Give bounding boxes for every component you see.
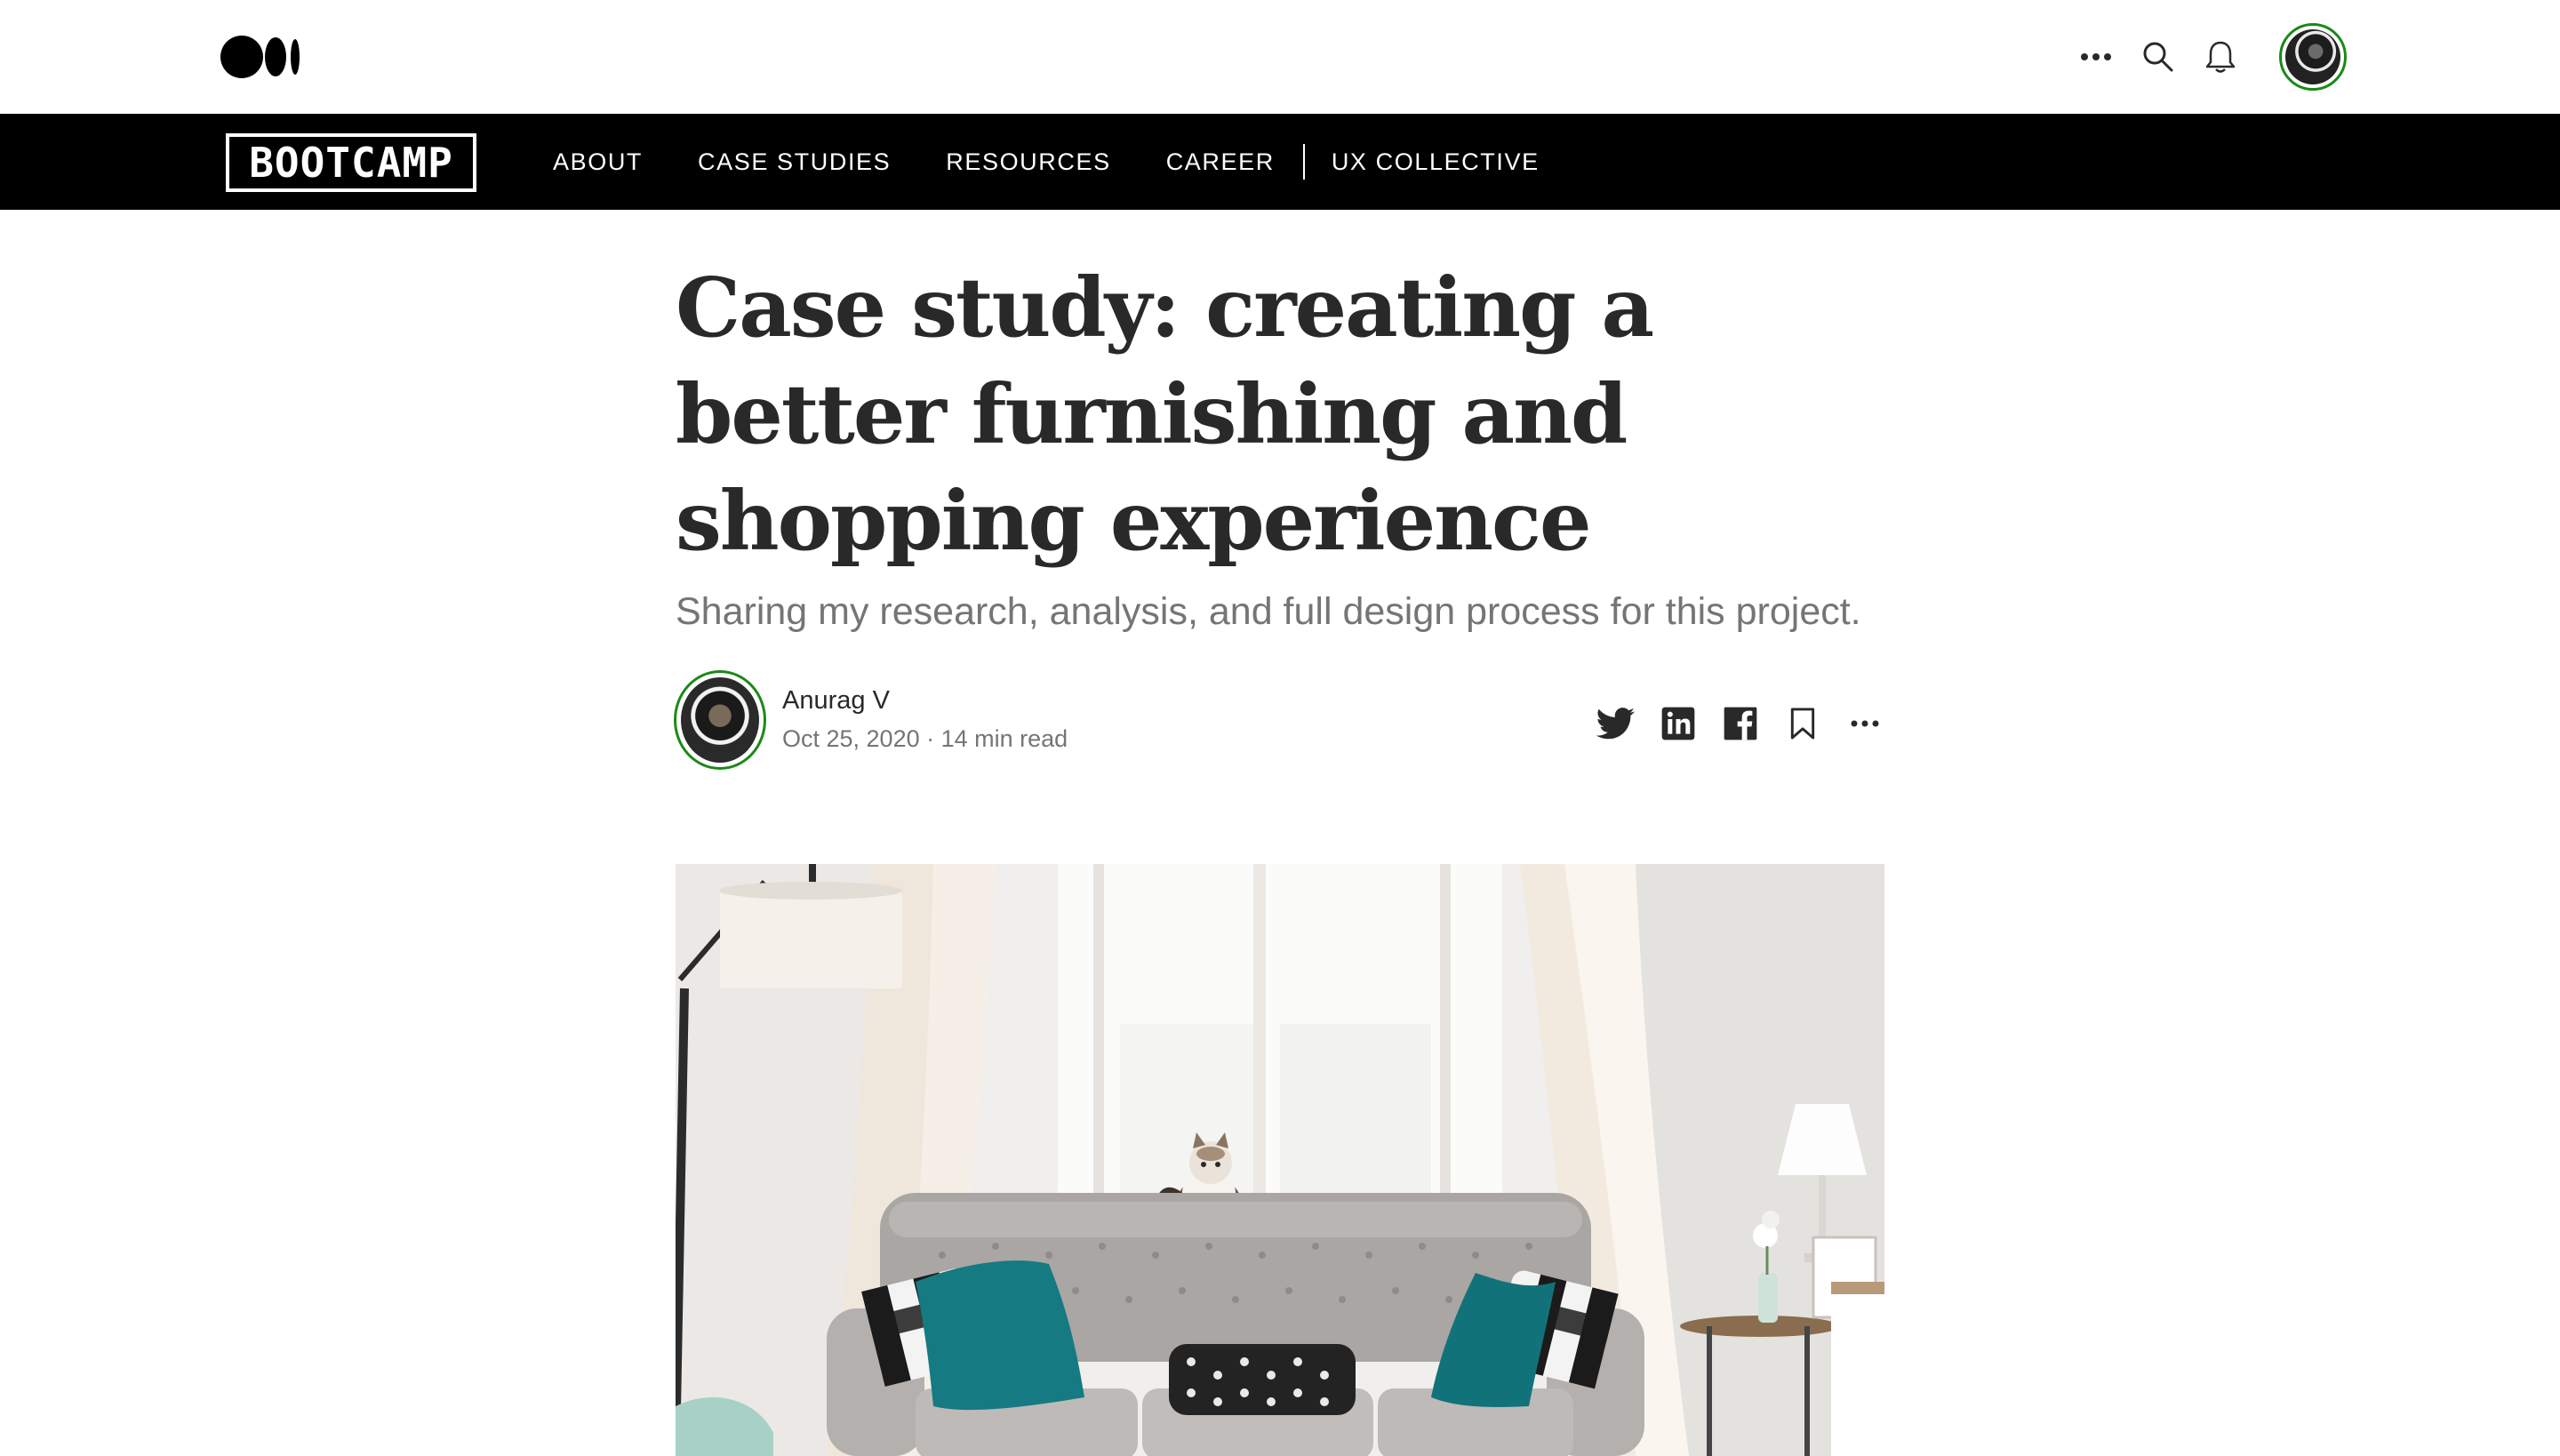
article-subtitle: Sharing my research, analysis, and full … (676, 590, 1861, 633)
share-actions (1577, 700, 1888, 747)
nav-items: ABOUT CASE STUDIES RESOURCES CAREER UX C… (553, 114, 1595, 210)
nav-item-resources[interactable]: RESOURCES (946, 148, 1110, 176)
author-avatar[interactable] (674, 670, 766, 770)
bookmark-icon[interactable] (1780, 700, 1826, 747)
hero-image (676, 864, 1884, 1456)
twitter-icon[interactable] (1593, 700, 1639, 747)
more-icon[interactable] (2073, 34, 2119, 80)
author-row: Anurag V Oct 25, 2020 · 14 min read (674, 670, 1888, 772)
living-room-illustration (676, 864, 1884, 1456)
medium-logo-icon[interactable] (220, 36, 300, 78)
more-options-icon[interactable] (1842, 700, 1888, 747)
user-avatar[interactable] (2279, 23, 2347, 91)
bootcamp-logo[interactable]: BOOTCAMP (226, 133, 476, 192)
author-name[interactable]: Anurag V (782, 686, 890, 716)
article-title: Case study: creating a better furnishing… (676, 260, 1654, 569)
bell-icon[interactable] (2197, 34, 2244, 80)
publication-nav: BOOTCAMP ABOUT CASE STUDIES RESOURCES CA… (0, 114, 2560, 210)
nav-item-ux-collective[interactable]: UX COLLECTIVE (1332, 148, 1540, 176)
top-icons (2057, 23, 2347, 91)
nav-item-about[interactable]: ABOUT (553, 148, 643, 176)
author-avatar-image (681, 677, 759, 763)
user-avatar-image (2285, 29, 2340, 84)
facebook-icon[interactable] (1717, 700, 1764, 747)
brand-label: BOOTCAMP (249, 139, 453, 187)
nav-item-career[interactable]: CAREER (1166, 148, 1275, 176)
post-meta: Oct 25, 2020 · 14 min read (782, 725, 1068, 752)
nav-item-case-studies[interactable]: CASE STUDIES (698, 148, 891, 176)
top-bar (0, 0, 2560, 114)
linkedin-icon[interactable] (1655, 700, 1701, 747)
nav-divider (1302, 144, 1305, 180)
search-icon[interactable] (2135, 34, 2181, 80)
